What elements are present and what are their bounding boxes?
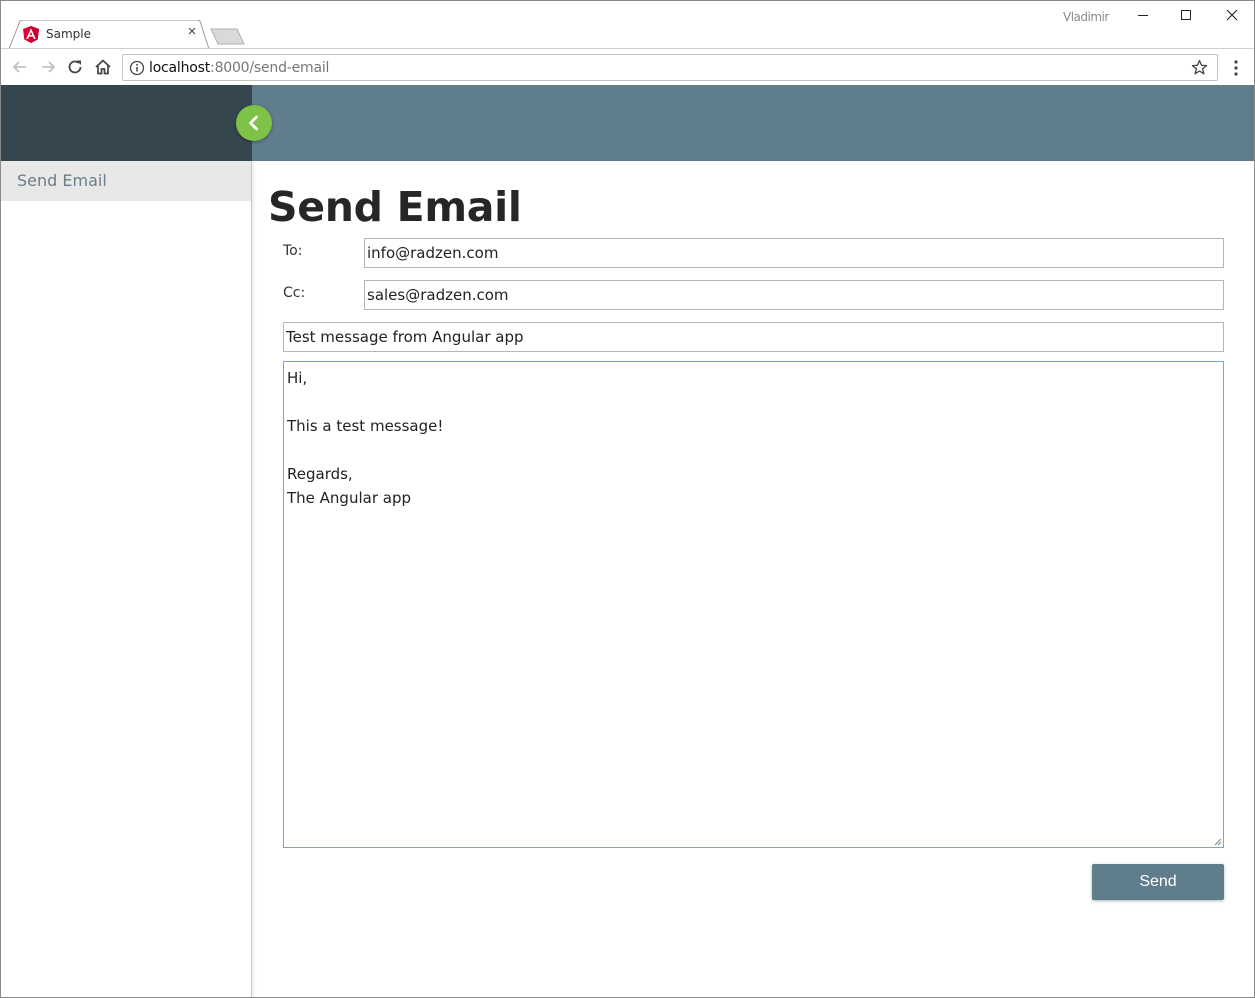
tab-strip: Sample × Vladimir bbox=[1, 1, 1254, 49]
info-icon[interactable] bbox=[129, 60, 145, 76]
app-header bbox=[252, 85, 1254, 161]
arrow-left-icon bbox=[12, 61, 26, 73]
close-icon bbox=[1226, 9, 1238, 21]
maximize-icon bbox=[1181, 10, 1191, 20]
close-window-button[interactable] bbox=[1217, 5, 1247, 27]
to-label: To: bbox=[283, 243, 303, 259]
send-button[interactable]: Send bbox=[1092, 864, 1224, 900]
sidebar: Send Email bbox=[1, 161, 252, 997]
maximize-button[interactable] bbox=[1171, 5, 1201, 27]
to-field[interactable]: info@radzen.com bbox=[364, 238, 1224, 268]
back-button[interactable] bbox=[10, 57, 30, 77]
tab-close-icon[interactable]: × bbox=[185, 24, 199, 39]
reload-button[interactable] bbox=[65, 57, 85, 77]
url-text: localhost:8000/send-email bbox=[149, 60, 329, 76]
browser-toolbar: localhost:8000/send-email bbox=[1, 48, 1254, 85]
star-icon[interactable] bbox=[1191, 59, 1208, 76]
address-bar[interactable]: localhost:8000/send-email bbox=[122, 54, 1218, 81]
url-path: :8000/send-email bbox=[210, 60, 330, 76]
app-container: Send Email Send Email To: info@radzen.co… bbox=[1, 85, 1254, 997]
cc-field[interactable]: sales@radzen.com bbox=[364, 280, 1224, 310]
reload-icon bbox=[68, 60, 82, 74]
angular-icon bbox=[23, 26, 39, 43]
browser-tab[interactable]: Sample × bbox=[9, 20, 209, 49]
browser-menu-icon[interactable] bbox=[1229, 58, 1243, 78]
home-icon bbox=[95, 59, 111, 75]
tab-title: Sample bbox=[46, 27, 91, 41]
message-body-text: Hi, This a test message! Regards, The An… bbox=[287, 369, 444, 507]
sidebar-item-send-email[interactable]: Send Email bbox=[1, 161, 251, 201]
page-title: Send Email bbox=[268, 183, 522, 231]
forward-button[interactable] bbox=[38, 57, 58, 77]
browser-window: Sample × Vladimir localhost:8000/send-em… bbox=[0, 0, 1255, 998]
subject-field[interactable]: Test message from Angular app bbox=[283, 322, 1224, 352]
home-button[interactable] bbox=[93, 57, 113, 77]
sidebar-toggle-button[interactable] bbox=[236, 105, 272, 141]
url-host: localhost bbox=[149, 60, 211, 76]
profile-name[interactable]: Vladimir bbox=[1063, 10, 1109, 24]
main-content: Send Email To: info@radzen.com Cc: sales… bbox=[253, 161, 1254, 997]
new-tab-button[interactable] bbox=[210, 28, 246, 45]
message-body-textarea[interactable]: Hi, This a test message! Regards, The An… bbox=[283, 361, 1224, 848]
minimize-button[interactable] bbox=[1128, 5, 1158, 27]
arrow-right-icon bbox=[42, 61, 56, 73]
cc-label: Cc: bbox=[283, 285, 306, 301]
chevron-left-icon bbox=[249, 115, 258, 131]
resize-grip-icon[interactable] bbox=[1213, 837, 1222, 846]
minimize-icon bbox=[1138, 15, 1148, 16]
sidebar-header bbox=[1, 85, 252, 161]
